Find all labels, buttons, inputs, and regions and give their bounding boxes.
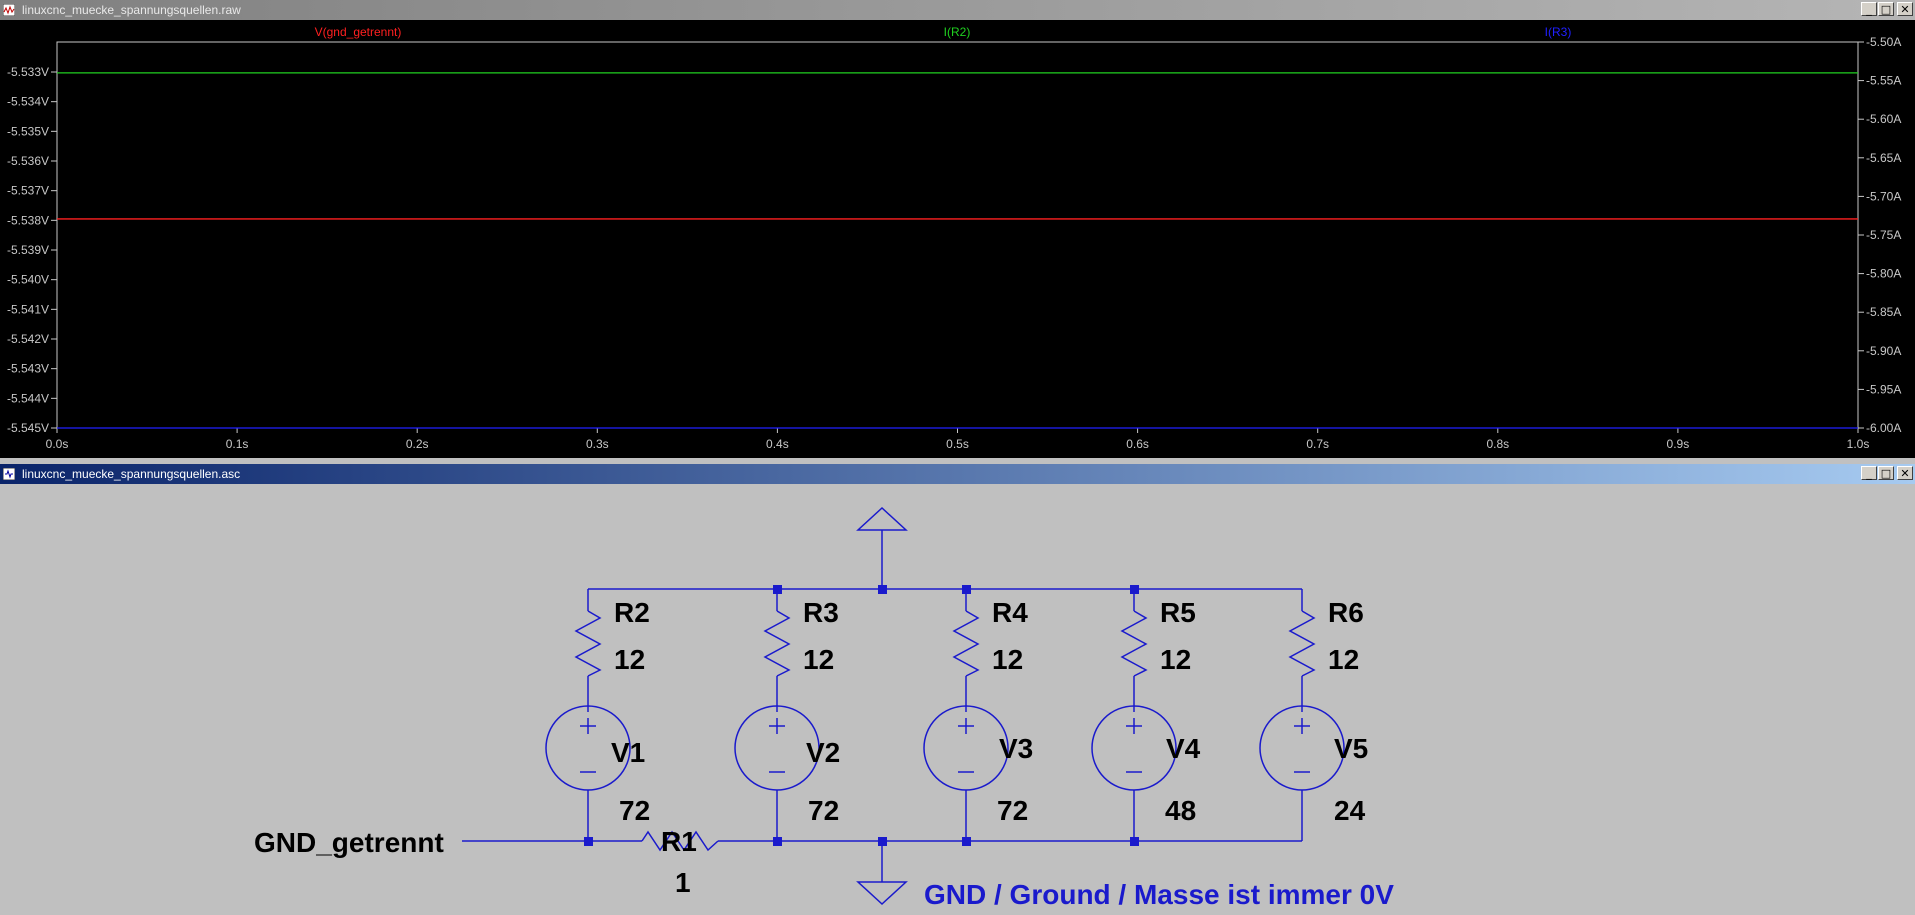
left-tick-label: -5.536V [7, 154, 49, 168]
waveform-plot[interactable]: V(gnd_getrennt) I(R2) I(R3) -5.533V -5.534V… [0, 20, 1915, 458]
left-tick-label: -5.545V [7, 421, 49, 435]
junction-dot [878, 585, 887, 594]
v3-value: 72 [997, 795, 1028, 826]
x-tick-label: 0.5s [946, 437, 969, 451]
x-tick-label: 0.4s [766, 437, 789, 451]
left-tick-label: -5.538V [7, 213, 49, 227]
junction-dot [962, 585, 971, 594]
schematic-titlebar[interactable]: linuxcnc_muecke_spannungsquellen.asc _ □… [0, 464, 1915, 484]
schematic-window: linuxcnc_muecke_spannungsquellen.asc _ □… [0, 464, 1915, 915]
r5-ref: R5 [1160, 597, 1196, 628]
net-label-gnd-getrennt: GND_getrennt [254, 827, 444, 858]
left-tick-label: -5.540V [7, 273, 49, 287]
right-tick-label: -5.75A [1866, 228, 1901, 242]
left-tick-label: -5.535V [7, 124, 49, 138]
v5-ref: V5 [1334, 733, 1368, 764]
trace-label[interactable]: I(R2) [944, 25, 971, 39]
right-tick-label: -5.90A [1866, 344, 1901, 358]
waveform-minimize-button[interactable]: _ [1861, 2, 1877, 16]
junction-dot [962, 837, 971, 846]
left-tick-label: -5.534V [7, 95, 49, 109]
left-tick-label: -5.544V [7, 391, 49, 405]
left-tick-label: -5.539V [7, 243, 49, 257]
right-tick-label: -5.50A [1866, 35, 1901, 49]
schematic-icon [3, 468, 15, 480]
x-tick-label: 0.3s [586, 437, 609, 451]
x-tick-label: 1.0s [1847, 437, 1870, 451]
junction-dot [773, 837, 782, 846]
r3-ref: R3 [803, 597, 839, 628]
trace-label[interactable]: V(gnd_getrennt) [315, 25, 402, 39]
left-tick-label: -5.541V [7, 302, 49, 316]
junction-dot [584, 837, 593, 846]
right-tick-label: -5.70A [1866, 189, 1901, 203]
right-tick-label: -5.95A [1866, 382, 1901, 396]
r2-ref: R2 [614, 597, 650, 628]
right-tick-label: -6.00A [1866, 421, 1901, 435]
schematic-comment: GND / Ground / Masse ist immer 0V [924, 879, 1394, 910]
left-tick-label: -5.537V [7, 184, 49, 198]
schematic-maximize-button[interactable]: □ [1878, 466, 1894, 480]
v1-ref: V1 [611, 737, 645, 768]
v2-value: 72 [808, 795, 839, 826]
x-tick-label: 0.6s [1126, 437, 1149, 451]
r2-value: 12 [614, 644, 645, 675]
v1-value: 72 [619, 795, 650, 826]
x-tick-label: 0.1s [226, 437, 249, 451]
waveform-close-button[interactable]: ✕ [1897, 2, 1913, 16]
v5-value: 24 [1334, 795, 1366, 826]
r3-value: 12 [803, 644, 834, 675]
r4-ref: R4 [992, 597, 1028, 628]
right-tick-label: -5.80A [1866, 267, 1901, 281]
right-tick-label: -5.55A [1866, 74, 1901, 88]
waveform-icon [3, 4, 15, 16]
plot-background [0, 20, 1915, 458]
r6-value: 12 [1328, 644, 1359, 675]
right-tick-label: -5.65A [1866, 151, 1901, 165]
left-tick-label: -5.533V [7, 65, 49, 79]
v2-ref: V2 [806, 737, 840, 768]
r1-ref: R1 [661, 826, 697, 857]
waveform-maximize-button[interactable]: □ [1878, 2, 1894, 16]
right-tick-label: -5.85A [1866, 305, 1901, 319]
v3-ref: V3 [999, 733, 1033, 764]
trace-label[interactable]: I(R3) [1545, 25, 1572, 39]
junction-dot [1130, 585, 1139, 594]
x-tick-label: 0.2s [406, 437, 429, 451]
junction-dot [1130, 837, 1139, 846]
waveform-window-title: linuxcnc_muecke_spannungsquellen.raw [22, 3, 241, 17]
r5-value: 12 [1160, 644, 1191, 675]
junction-dot [878, 837, 887, 846]
right-tick-label: -5.60A [1866, 112, 1901, 126]
r1-value: 1 [675, 867, 691, 898]
schematic-canvas[interactable]: R2 12 R3 12 R4 12 R5 12 R6 12 V1 72 V2 7… [0, 484, 1915, 915]
x-tick-label: 0.7s [1306, 437, 1329, 451]
x-tick-label: 0.0s [46, 437, 69, 451]
x-tick-label: 0.9s [1667, 437, 1690, 451]
junction-dot [773, 585, 782, 594]
schematic-close-button[interactable]: ✕ [1897, 466, 1913, 480]
schematic-minimize-button[interactable]: _ [1861, 466, 1877, 480]
waveform-window: linuxcnc_muecke_spannungsquellen.raw _ □… [0, 0, 1915, 458]
left-tick-label: -5.543V [7, 362, 49, 376]
schematic-window-title: linuxcnc_muecke_spannungsquellen.asc [22, 467, 241, 481]
x-tick-label: 0.8s [1486, 437, 1509, 451]
waveform-titlebar[interactable]: linuxcnc_muecke_spannungsquellen.raw _ □… [0, 0, 1915, 20]
v4-ref: V4 [1166, 733, 1201, 764]
left-tick-label: -5.542V [7, 332, 49, 346]
r6-ref: R6 [1328, 597, 1364, 628]
r4-value: 12 [992, 644, 1023, 675]
v4-value: 48 [1165, 795, 1196, 826]
